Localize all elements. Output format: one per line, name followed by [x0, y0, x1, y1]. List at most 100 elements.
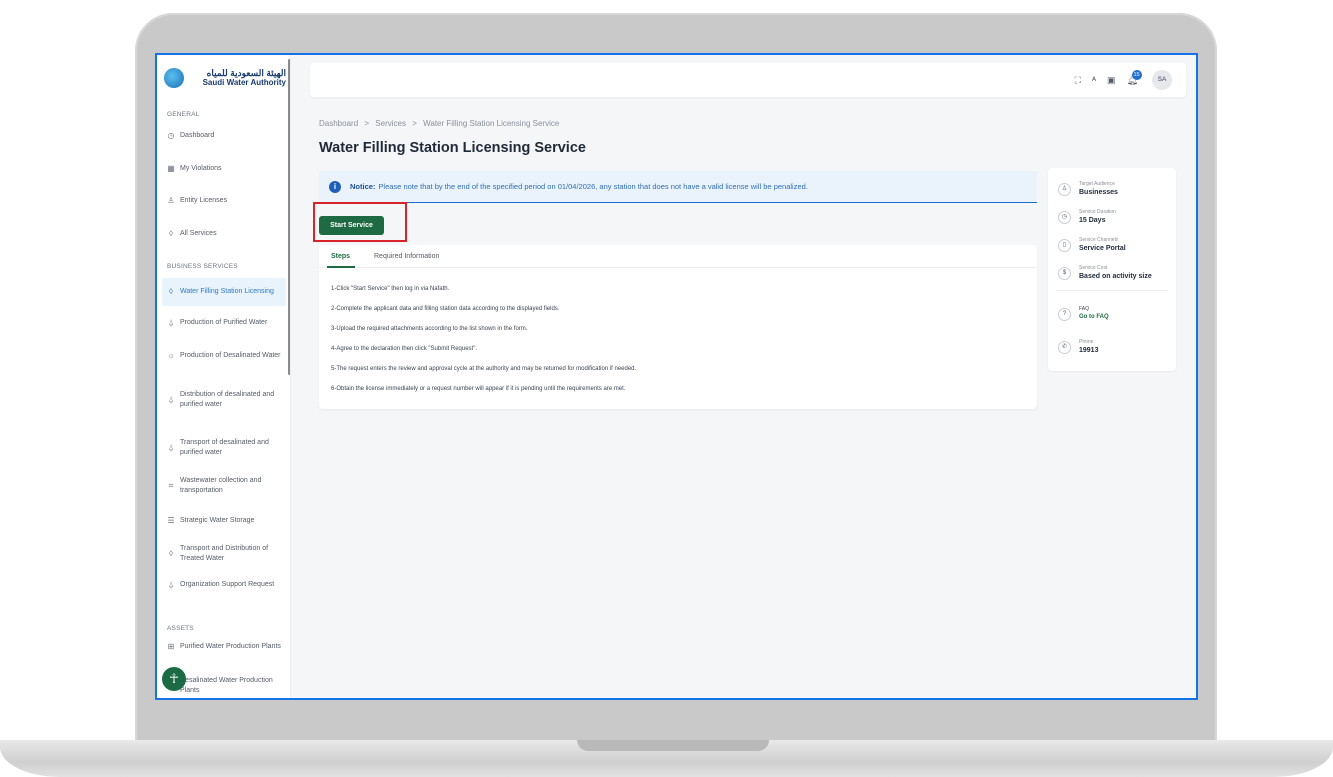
faq-link[interactable]: Go to FAQ	[1079, 313, 1109, 322]
phone-icon: ✆	[1058, 340, 1071, 354]
sidebar-item-strategic-storage[interactable]: ☰ Strategic Water Storage	[162, 516, 286, 526]
info-label: Service Channels	[1079, 237, 1119, 243]
bell-icon[interactable]: 🔔︎ 15	[1127, 69, 1142, 86]
info-label: Target Audience	[1079, 181, 1115, 187]
clock-icon: ◷	[1058, 210, 1071, 224]
sidebar-item-label: Distribution of desalinated and purified…	[180, 391, 275, 408]
info-label: Service Cost	[1079, 265, 1108, 271]
sidebar-item-label: Desalinated Water Production Plants	[180, 677, 273, 694]
authority-logo[interactable]: الهيئة السعودية للمياه Saudi Water Autho…	[164, 63, 286, 93]
info-value: Businesses	[1079, 189, 1118, 196]
sidebar-item-distribution[interactable]: ⍙ Distribution of desalinated and purifi…	[162, 390, 286, 409]
gauge-icon: ◷	[167, 131, 175, 140]
steps-card: Steps Required Information 1-Click "Star…	[319, 245, 1037, 409]
sun-icon: ☼	[167, 351, 175, 360]
info-service-duration: ◷ Service Duration 15 Days	[1058, 209, 1116, 225]
phone-device-icon: ▯	[1058, 238, 1071, 252]
sidebar-item-label: Wastewater collection and transportation	[180, 477, 262, 494]
question-icon: ?	[1058, 307, 1071, 321]
sidebar-item-label: Organization Support Request	[180, 581, 275, 588]
sidebar-item-label: All Services	[180, 230, 217, 237]
info-value: Service Portal	[1079, 245, 1126, 252]
sidebar-item-label: Production of Desalinated Water	[180, 352, 281, 359]
drop-icon: ◊	[169, 548, 173, 558]
sidebar-item-label: Dashboard	[180, 132, 215, 139]
breadcrumb-dashboard[interactable]: Dashboard	[319, 119, 358, 128]
logo-arabic-text: الهيئة السعودية للمياه	[206, 68, 286, 78]
coin-icon: $	[1058, 266, 1071, 280]
sidebar-item-all-services[interactable]: ◊ All Services	[162, 229, 286, 239]
sidebar-item-label: Transport of desalinated and purified wa…	[180, 439, 269, 456]
sidebar-item-label: Strategic Water Storage	[180, 517, 255, 524]
sidebar-item-water-filling-station[interactable]: ◊ Water Filling Station Licensing	[162, 278, 286, 306]
tab-required-information[interactable]: Required Information	[374, 253, 439, 260]
info-label: Phone	[1079, 339, 1094, 345]
laptop-mockup: الهيئة السعودية للمياه Saudi Water Autho…	[0, 0, 1333, 777]
user-icon: ♙	[167, 196, 175, 205]
translate-icon[interactable]: ᴬ	[1092, 75, 1096, 85]
info-service-cost: $ Service Cost Based on activity size	[1058, 265, 1152, 281]
service-info-card: ♙ Target Audience Businesses ◷ Service D…	[1048, 168, 1176, 371]
sidebar-item-treated-water[interactable]: ◊ Transport and Distribution of Treated …	[162, 544, 286, 563]
plant-icon: ⊞	[167, 642, 175, 651]
section-business-services: BUSINESS SERVICES	[167, 263, 238, 270]
sidebar-item-production-purified[interactable]: ⍙ Production of Purified Water	[162, 318, 286, 328]
logo-english-text: Saudi Water Authority	[202, 78, 286, 87]
breadcrumb-services[interactable]: Services	[375, 119, 406, 128]
sidebar-item-dashboard[interactable]: ◷ Dashboard	[162, 131, 286, 141]
user-icon: ♙	[1058, 182, 1071, 196]
notice-text: Please note that by the end of the speci…	[378, 182, 808, 191]
step-item: 3-Upload the required attachments accord…	[331, 326, 528, 332]
section-assets: ASSETS	[167, 625, 194, 632]
sidebar-item-label: Entity Licenses	[180, 197, 228, 204]
breadcrumb-current: Water Filling Station Licensing Service	[423, 119, 560, 128]
logo-drop-icon	[164, 68, 184, 88]
sidebar-item-label: Transport and Distribution of Treated Wa…	[180, 545, 269, 562]
sidebar-scrollbar[interactable]	[288, 59, 290, 375]
clipboard-icon[interactable]: ▣	[1107, 75, 1116, 86]
accessibility-icon[interactable]: ☥	[162, 667, 186, 691]
top-bar: ⛶ ᴬ ▣ 🔔︎ 15 SA	[310, 63, 1186, 97]
breadcrumb-separator: >	[364, 119, 370, 128]
info-faq: ? FAQ Go to FAQ	[1058, 306, 1109, 322]
sidebar-item-wastewater[interactable]: ⌗ Wastewater collection and transportati…	[162, 476, 286, 495]
info-value: 15 Days	[1079, 217, 1106, 224]
breadcrumb: Dashboard > Services > Water Filling Sta…	[319, 119, 563, 128]
sidebar-item-production-desalinated[interactable]: ☼ Production of Desalinated Water	[162, 351, 286, 361]
tab-steps[interactable]: Steps	[331, 253, 350, 260]
sidebar: الهيئة السعودية للمياه Saudi Water Autho…	[157, 55, 291, 698]
bottle-icon: ⍙	[168, 394, 174, 404]
bottle-icon: ⍙	[168, 580, 174, 589]
sidebar-item-transport[interactable]: ⍙ Transport of desalinated and purified …	[162, 438, 286, 457]
sidebar-item-entity-licenses[interactable]: ♙ Entity Licenses	[162, 196, 286, 206]
info-label: FAQ	[1079, 306, 1090, 312]
sidebar-item-my-violations[interactable]: ▦ My Violations	[162, 164, 286, 174]
info-icon: i	[329, 180, 341, 193]
avatar[interactable]: SA	[1152, 70, 1172, 90]
notification-badge: 15	[1131, 69, 1142, 80]
fullscreen-icon[interactable]: ⛶	[1075, 75, 1081, 86]
sidebar-item-label: Water Filling Station Licensing	[180, 288, 274, 296]
tab-bar: Steps Required Information	[319, 245, 1037, 268]
sidebar-item-purified-plants[interactable]: ⊞ Purified Water Production Plants	[162, 642, 286, 652]
drop-icon: ◊	[169, 287, 173, 297]
section-general: GENERAL	[167, 111, 200, 118]
sidebar-item-label: Production of Purified Water	[180, 319, 268, 326]
sidebar-item-organization-support[interactable]: ⍙ Organization Support Request	[162, 580, 286, 590]
notice-label: Notice:	[350, 182, 376, 191]
page-title: Water Filling Station Licensing Service	[319, 140, 586, 156]
active-tab-indicator	[327, 266, 355, 268]
bottle-icon: ⍙	[168, 442, 174, 452]
storage-icon: ☰	[167, 516, 175, 525]
breadcrumb-separator: >	[412, 119, 417, 128]
drop-icon: ◊	[169, 229, 173, 238]
sidebar-item-label: Purified Water Production Plants	[180, 643, 281, 650]
grid-icon: ▦	[167, 164, 175, 173]
step-item: 4-Agree to the declaration then click "S…	[331, 346, 478, 352]
info-label: Service Duration	[1079, 209, 1116, 215]
notice-banner: i Notice: Please note that by the end of…	[319, 171, 1037, 203]
info-value: Based on activity size	[1079, 273, 1152, 280]
step-item: 5-The request enters the review and appr…	[331, 366, 637, 372]
step-item: 6-Obtain the license immediately or a re…	[331, 386, 626, 392]
info-target-audience: ♙ Target Audience Businesses	[1058, 181, 1118, 197]
